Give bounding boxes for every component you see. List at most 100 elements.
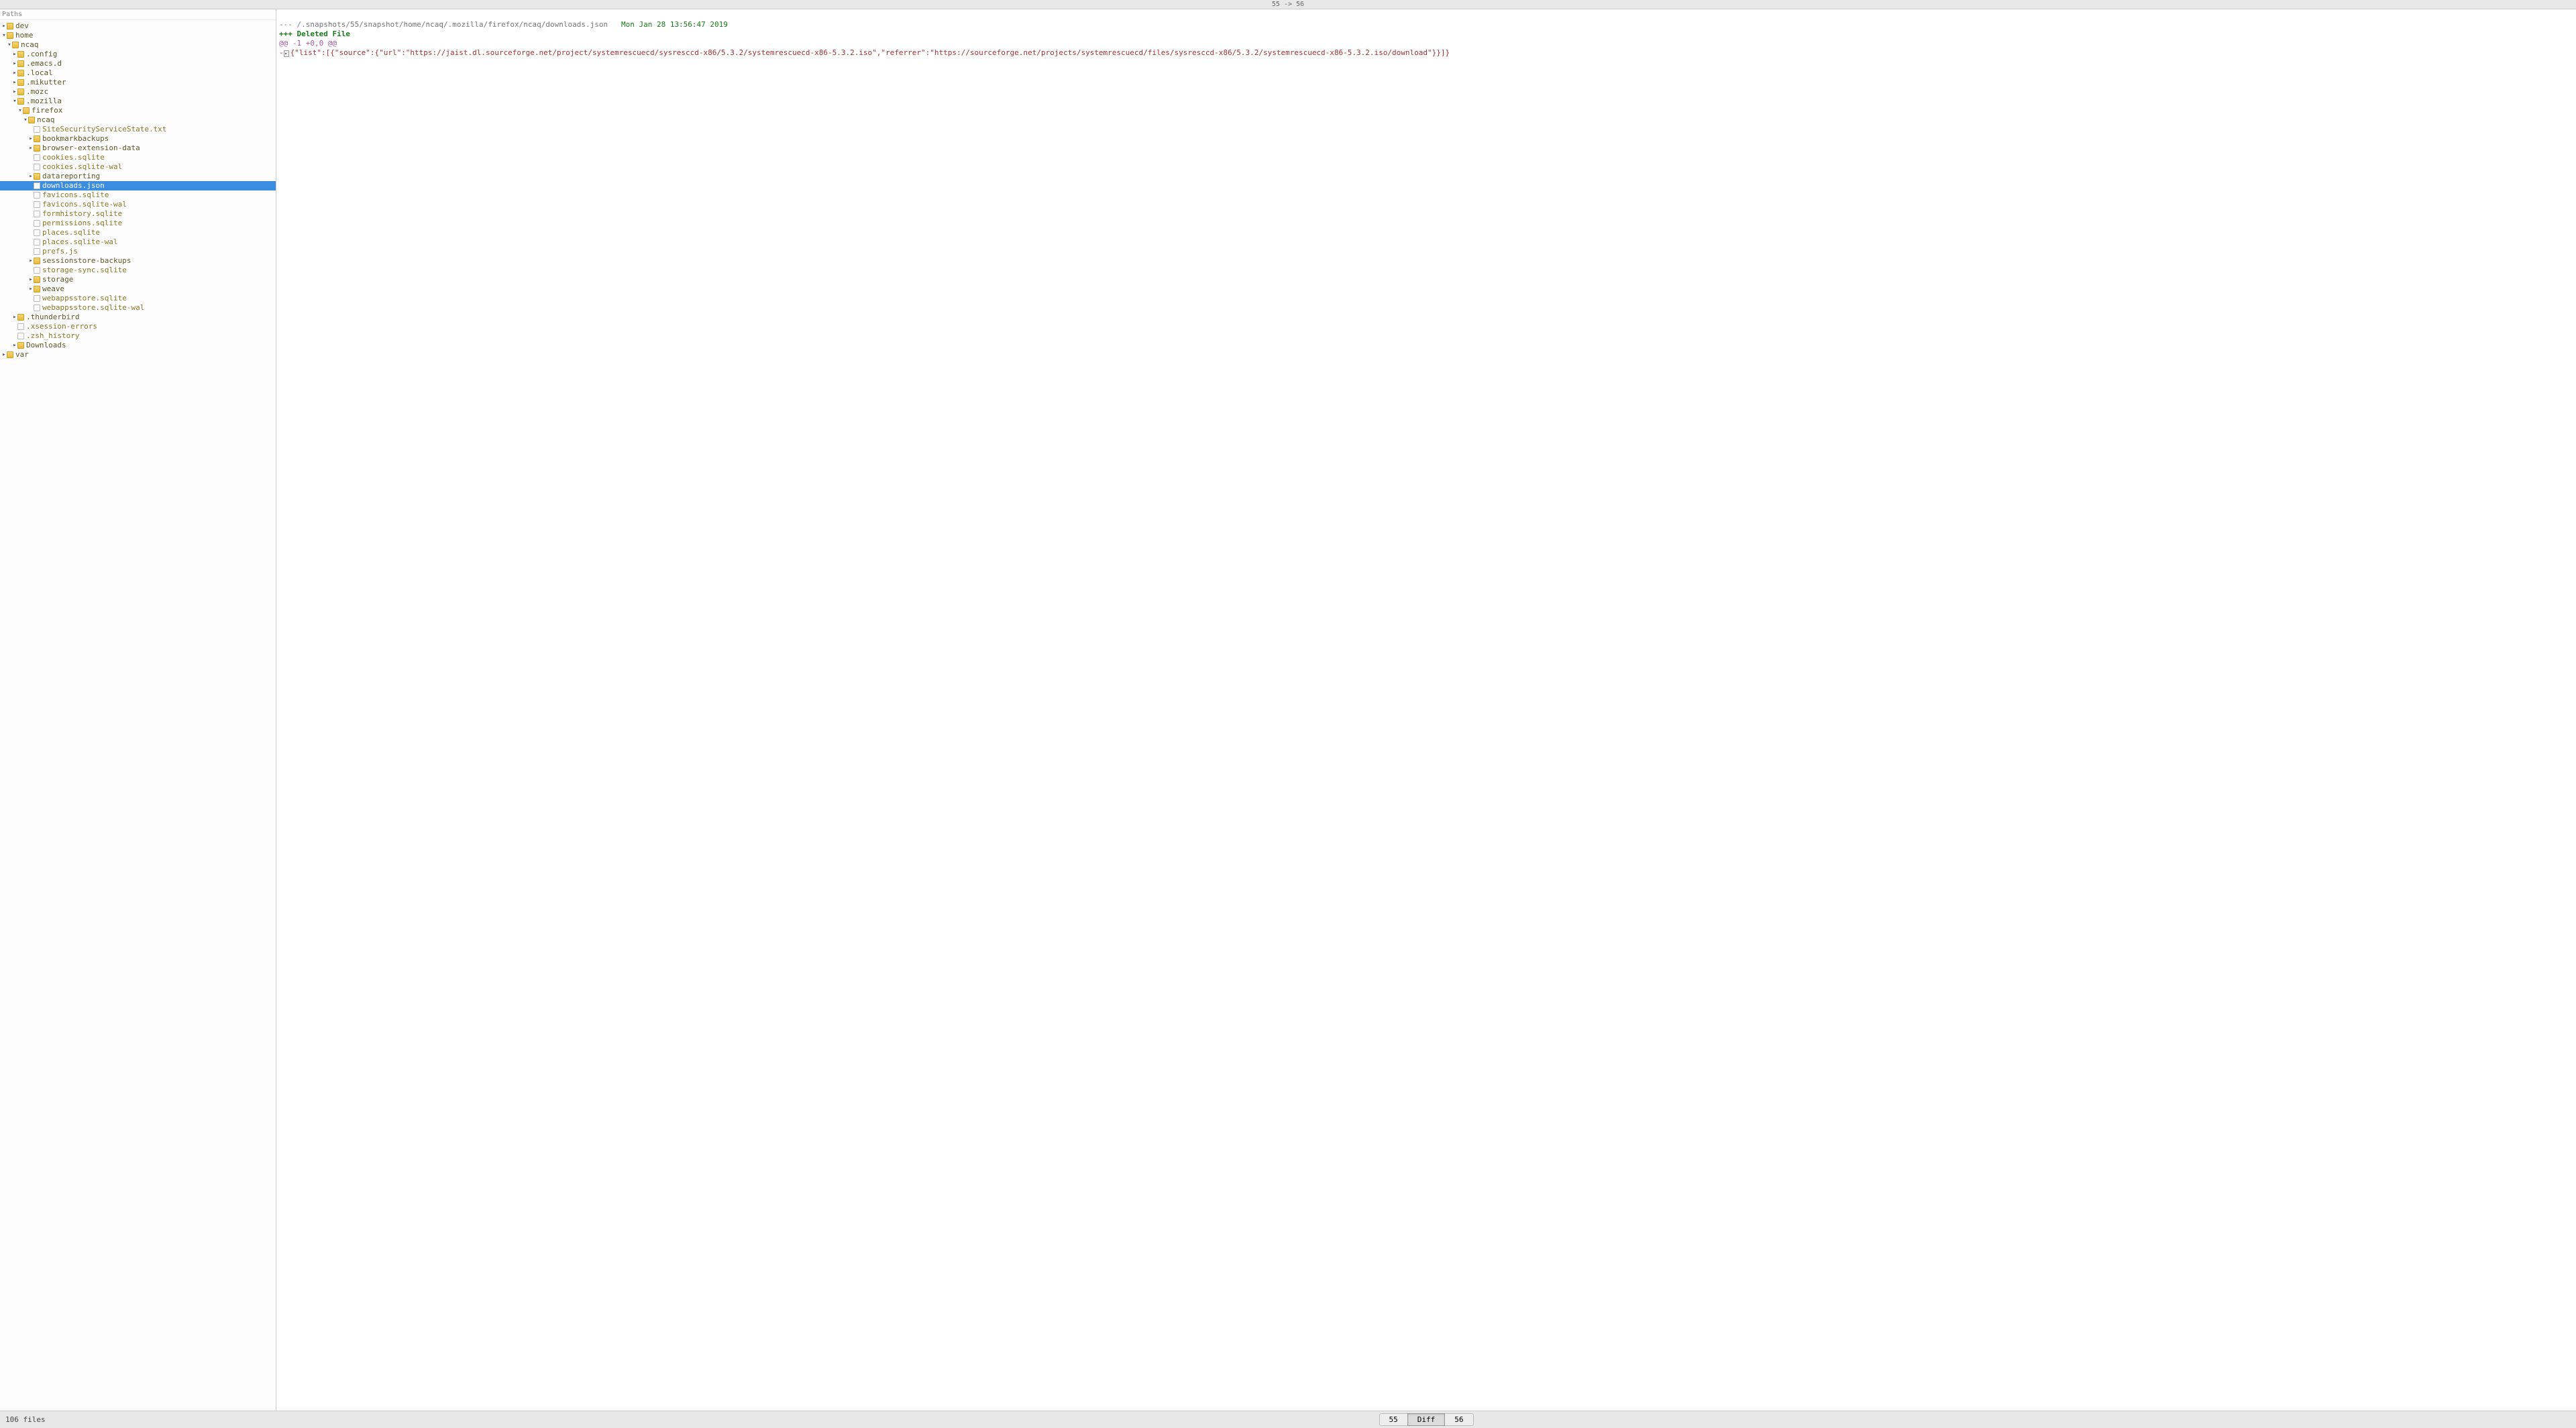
folder-icon — [7, 23, 13, 30]
diff-old-path: /.snapshots/55/snapshot/home/ncaq/.mozil… — [297, 20, 608, 29]
tree-file[interactable]: webappsstore.sqlite — [0, 294, 276, 303]
tree-folder[interactable]: ▸ browser-extension-data — [0, 144, 276, 153]
tree-folder[interactable]: ▾.mozilla — [0, 97, 276, 106]
sidebar: Paths ▸dev▾home▾ncaq▸.config▸.emacs.d▸.l… — [0, 9, 276, 1411]
folder-icon — [7, 32, 13, 39]
chevron-down-icon[interactable]: ▾ — [17, 106, 23, 115]
chevron-right-icon[interactable]: ▸ — [28, 275, 34, 284]
diff-removed-line: {"list":[{"source":{"url":"https://jaist… — [290, 48, 1450, 57]
file-icon — [34, 229, 40, 236]
tree-folder[interactable]: ▸ .mikutter — [0, 78, 276, 87]
tree-file[interactable]: .zsh_history — [0, 331, 276, 341]
tree-folder[interactable]: ▸ .local — [0, 68, 276, 78]
tree-folder[interactable]: ▸storage — [0, 275, 276, 284]
tree-folder[interactable]: ▸bookmarkbackups — [0, 134, 276, 144]
view-diff-button[interactable]: Diff — [1407, 1413, 1446, 1426]
file-icon — [34, 248, 40, 255]
tree-folder[interactable]: ▾ ncaq — [0, 40, 276, 50]
folder-icon — [34, 258, 40, 264]
tree-item-label: ncaq — [37, 115, 55, 125]
tree-file[interactable]: prefs.js — [0, 247, 276, 256]
tree-item-label: downloads.json — [42, 181, 105, 190]
tree-file[interactable]: SiteSecurityServiceState.txt — [0, 125, 276, 134]
tree-item-label: favicons.sqlite-wal — [42, 200, 127, 209]
chevron-right-icon[interactable]: ▸ — [28, 144, 34, 153]
tree-item-label: weave — [42, 284, 64, 294]
tree-file[interactable]: storage-sync.sqlite — [0, 266, 276, 275]
tree-item-label: .mikutter — [26, 78, 66, 87]
tree-item-label: .local — [26, 68, 53, 78]
chevron-right-icon[interactable]: ▸ — [12, 59, 17, 68]
file-tree[interactable]: ▸dev▾home▾ncaq▸.config▸.emacs.d▸.local▸.… — [0, 20, 276, 1411]
chevron-right-icon[interactable]: ▸ — [12, 313, 17, 322]
tree-folder[interactable]: ▸ datareporting — [0, 172, 276, 181]
chevron-right-icon[interactable]: ▸ — [28, 172, 34, 181]
tree-folder[interactable]: ▸var — [0, 350, 276, 360]
tree-folder[interactable]: ▾ home — [0, 31, 276, 40]
folder-icon — [7, 351, 13, 358]
tree-item-label: home — [15, 31, 34, 40]
chevron-right-icon[interactable]: ▸ — [28, 284, 34, 294]
tree-item-label: .thunderbird — [26, 313, 79, 322]
chevron-down-icon[interactable]: ▾ — [1, 31, 7, 40]
diff-hunk: @@ -1 +0,0 @@ — [279, 39, 337, 48]
folder-icon — [17, 60, 24, 67]
chevron-down-icon[interactable]: ▾ — [12, 97, 17, 106]
folder-icon — [34, 145, 40, 152]
tree-item-label: .config — [26, 50, 57, 59]
folder-icon — [17, 314, 24, 321]
file-icon — [34, 182, 40, 189]
tree-item-label: browser-extension-data — [42, 144, 140, 153]
main-area: Paths ▸dev▾home▾ncaq▸.config▸.emacs.d▸.l… — [0, 9, 2576, 1411]
tree-folder[interactable]: ▸dev — [0, 21, 276, 31]
tree-item-label: webappsstore.sqlite — [42, 294, 127, 303]
file-icon — [17, 323, 24, 330]
tree-file[interactable]: favicons.sqlite — [0, 190, 276, 200]
chevron-right-icon[interactable]: ▸ — [1, 350, 7, 360]
tree-file[interactable]: downloads.json — [0, 181, 276, 190]
tree-file[interactable]: places.sqlite — [0, 228, 276, 237]
view-left-snapshot-button[interactable]: 55 — [1379, 1413, 1407, 1426]
view-right-snapshot-button[interactable]: 56 — [1445, 1413, 1473, 1426]
tree-item-label: Downloads — [26, 341, 66, 350]
diff-pane[interactable]: --- /.snapshots/55/snapshot/home/ncaq/.m… — [276, 9, 2576, 1411]
tree-folder[interactable]: ▸.emacs.d — [0, 59, 276, 68]
chevron-right-icon[interactable]: ▸ — [12, 87, 17, 97]
tree-file[interactable]: cookies.sqlite-wal — [0, 162, 276, 172]
chevron-right-icon[interactable]: ▸ — [28, 256, 34, 266]
folder-icon — [28, 117, 35, 123]
chevron-down-icon[interactable]: ▾ — [23, 115, 28, 125]
tree-folder[interactable]: ▸ .thunderbird — [0, 313, 276, 322]
tree-file[interactable]: permissions.sqlite — [0, 219, 276, 228]
chevron-right-icon[interactable]: ▸ — [12, 68, 17, 78]
chevron-down-icon[interactable]: ▾ — [7, 40, 12, 50]
tree-item-label: ncaq — [21, 40, 39, 50]
chevron-right-icon[interactable]: ▸ — [12, 50, 17, 59]
tree-folder[interactable]: ▸sessionstore-backups — [0, 256, 276, 266]
tree-item-label: .xsession-errors — [26, 322, 97, 331]
chevron-right-icon[interactable]: ▸ — [28, 134, 34, 144]
tree-folder[interactable]: ▸ weave — [0, 284, 276, 294]
tree-folder[interactable]: ▸ .config — [0, 50, 276, 59]
folder-icon — [34, 173, 40, 180]
folder-icon — [17, 89, 24, 95]
tree-file[interactable]: cookies.sqlite — [0, 153, 276, 162]
tree-item-label: places.sqlite-wal — [42, 237, 118, 247]
tree-item-label: datareporting — [42, 172, 100, 181]
tree-file[interactable]: .xsession-errors — [0, 322, 276, 331]
diff-new-header: +++ Deleted File — [279, 30, 350, 38]
tree-folder[interactable]: ▾ ncaq — [0, 115, 276, 125]
tree-file[interactable]: places.sqlite-wal — [0, 237, 276, 247]
tree-file[interactable]: formhistory.sqlite — [0, 209, 276, 219]
tree-folder[interactable]: ▾firefox — [0, 106, 276, 115]
chevron-right-icon[interactable]: ▸ — [12, 78, 17, 87]
tree-file[interactable]: favicons.sqlite-wal — [0, 200, 276, 209]
tree-folder[interactable]: ▸.mozc — [0, 87, 276, 97]
tree-file[interactable]: webappsstore.sqlite-wal — [0, 303, 276, 313]
fold-icon[interactable]: ▸ — [284, 50, 289, 57]
chevron-right-icon[interactable]: ▸ — [1, 21, 7, 31]
tree-folder[interactable]: ▸ Downloads — [0, 341, 276, 350]
chevron-right-icon[interactable]: ▸ — [12, 341, 17, 350]
folder-icon — [17, 79, 24, 86]
folder-icon — [17, 98, 24, 105]
